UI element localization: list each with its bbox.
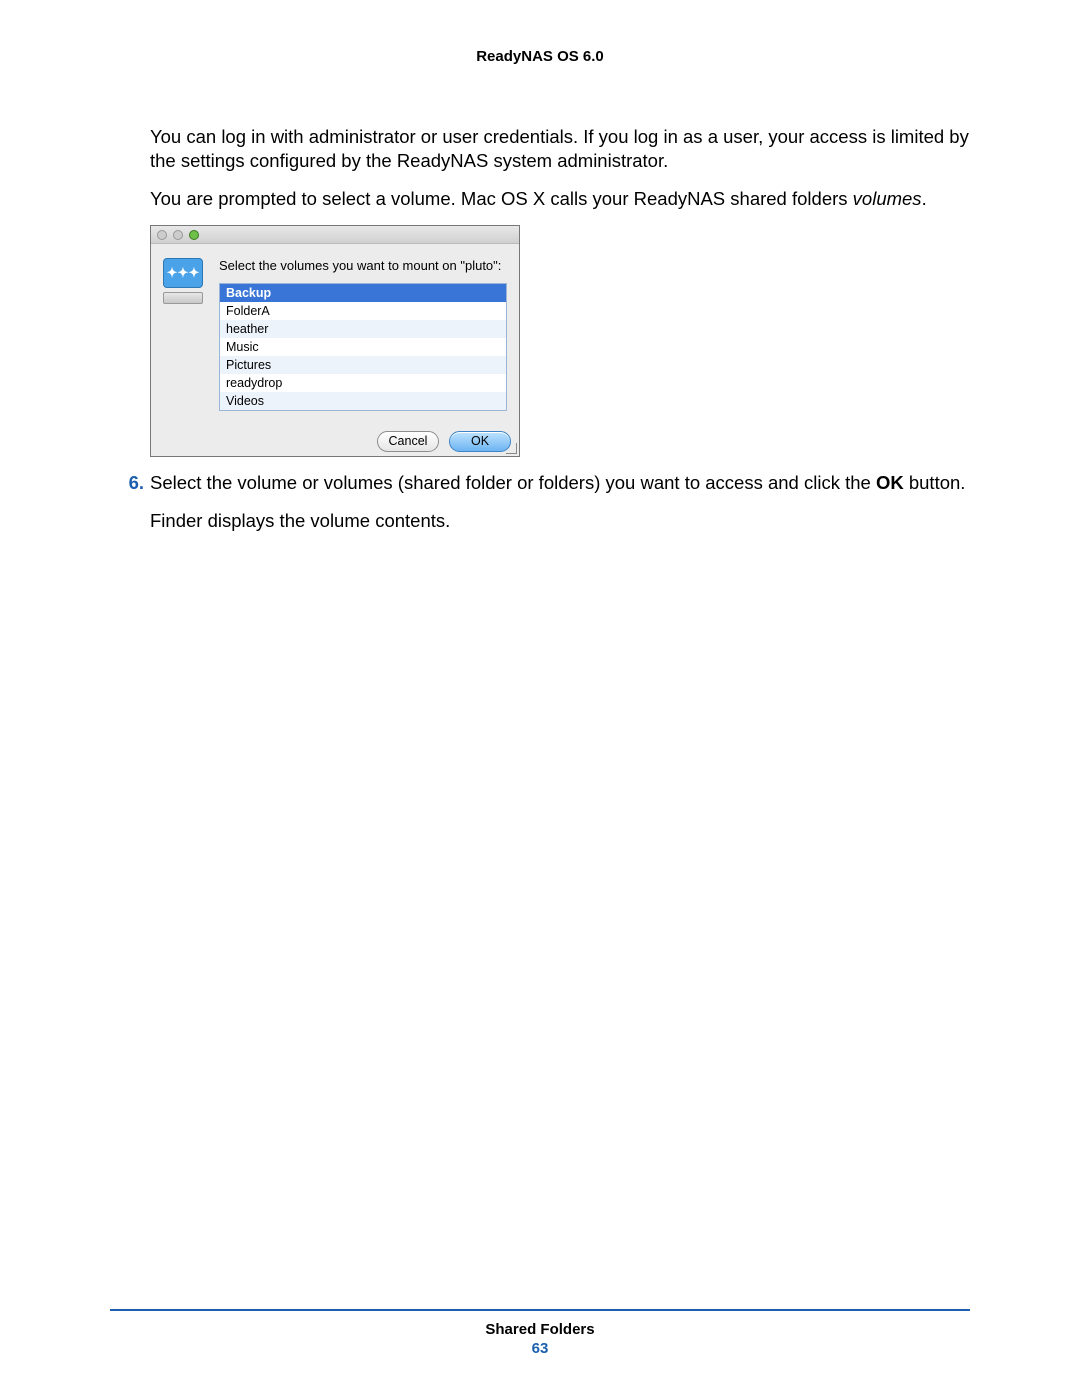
paragraph-login: You can log in with administrator or use… xyxy=(150,125,970,173)
list-item[interactable]: Music xyxy=(220,338,506,356)
list-item[interactable]: Backup xyxy=(220,284,506,302)
step-6: 6. Select the volume or volumes (shared … xyxy=(120,471,970,495)
page-footer: Shared Folders 63 xyxy=(110,1309,970,1357)
step-text-b: OK xyxy=(876,472,904,493)
paragraph-volumes-c: . xyxy=(922,188,927,209)
step-number: 6. xyxy=(120,471,150,495)
step-text-a: Select the volume or volumes (shared fol… xyxy=(150,472,876,493)
footer-section: Shared Folders xyxy=(110,1321,970,1338)
page-header: ReadyNAS OS 6.0 xyxy=(110,48,970,65)
paragraph-volumes: You are prompted to select a volume. Mac… xyxy=(150,187,970,211)
window-zoom-dot[interactable] xyxy=(189,230,199,240)
volume-list[interactable]: Backup FolderA heather Music Pictures re… xyxy=(219,283,507,411)
paragraph-finder: Finder displays the volume contents. xyxy=(150,509,970,533)
network-drive-icon: ✦✦✦ xyxy=(161,258,205,304)
step-text: Select the volume or volumes (shared fol… xyxy=(150,471,970,495)
people-glyph: ✦✦✦ xyxy=(167,265,200,281)
window-minimize-dot[interactable] xyxy=(173,230,183,240)
resize-handle-icon[interactable] xyxy=(505,442,517,454)
list-item[interactable]: Pictures xyxy=(220,356,506,374)
window-close-dot[interactable] xyxy=(157,230,167,240)
footer-rule xyxy=(110,1309,970,1311)
step-text-c: button. xyxy=(904,472,966,493)
dialog-titlebar xyxy=(151,226,519,244)
paragraph-volumes-b: volumes xyxy=(853,188,922,209)
dialog-prompt: Select the volumes you want to mount on … xyxy=(219,258,507,275)
list-item[interactable]: Videos xyxy=(220,392,506,410)
paragraph-volumes-a: You are prompted to select a volume. Mac… xyxy=(150,188,853,209)
ok-button[interactable]: OK xyxy=(449,431,511,452)
footer-page-number: 63 xyxy=(110,1340,970,1357)
list-item[interactable]: heather xyxy=(220,320,506,338)
list-item[interactable]: readydrop xyxy=(220,374,506,392)
macos-volume-dialog: ✦✦✦ Select the volumes you want to mount… xyxy=(150,225,520,457)
cancel-button[interactable]: Cancel xyxy=(377,431,439,452)
list-item[interactable]: FolderA xyxy=(220,302,506,320)
